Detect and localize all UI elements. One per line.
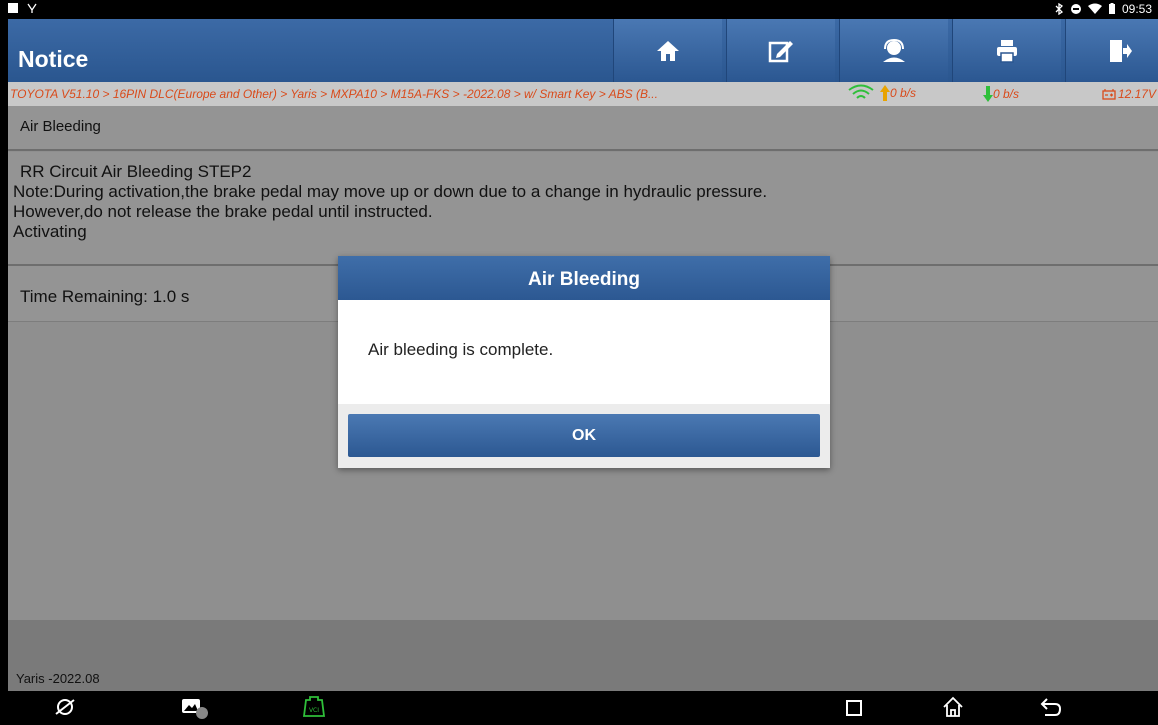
- wifi-signal-icon: [848, 84, 874, 99]
- car-battery-icon: [1102, 88, 1116, 100]
- remote-support-icon: [883, 38, 905, 62]
- system-nav-bar: VCI: [0, 691, 1158, 725]
- voltage-status: 12.17V: [1102, 87, 1156, 101]
- vci-icon[interactable]: VCI: [302, 696, 326, 718]
- time-remaining: Time Remaining: 1.0 s: [20, 287, 190, 306]
- download-arrow-icon: [983, 86, 993, 102]
- network-status: 0 b/s: [848, 84, 916, 102]
- dialog-message: Air bleeding is complete.: [368, 340, 554, 359]
- upload-arrow-icon: [880, 85, 890, 101]
- divider: [8, 149, 1158, 151]
- download-rate: 0 b/s: [993, 87, 1020, 101]
- vehicle-info: Yaris -2022.08: [16, 671, 100, 686]
- exit-button[interactable]: [1065, 19, 1158, 82]
- status-bar: 09:53: [0, 0, 1158, 19]
- ok-button[interactable]: OK: [348, 414, 820, 457]
- edit-report-button[interactable]: [726, 19, 835, 82]
- recents-icon[interactable]: [845, 699, 863, 717]
- section-title: Air Bleeding: [20, 118, 101, 135]
- home-icon: [657, 40, 679, 61]
- svg-text:VCI: VCI: [309, 707, 319, 714]
- battery-icon: [1108, 3, 1115, 14]
- back-icon[interactable]: [1039, 696, 1063, 718]
- voltage-value: 12.17V: [1117, 87, 1156, 101]
- completion-dialog: Air Bleeding Air bleeding is complete. O…: [338, 256, 830, 468]
- section-title-row: Air Bleeding: [8, 106, 1158, 149]
- home-nav-icon[interactable]: [942, 696, 964, 718]
- page-title: Notice: [18, 46, 89, 72]
- status-time: 09:53: [1121, 2, 1152, 16]
- browser-icon[interactable]: [54, 696, 76, 718]
- step-title: RR Circuit Air Bleeding STEP2: [20, 162, 252, 181]
- toolbar: [613, 19, 1158, 82]
- download-status: 0 b/s: [983, 86, 1019, 102]
- gallery-notification-icon: [8, 3, 18, 13]
- breadcrumb-path: TOYOTA V51.10 > 16PIN DLC(Europe and Oth…: [10, 87, 658, 101]
- bluetooth-icon: [1055, 3, 1063, 15]
- wifi-icon: [1087, 3, 1102, 14]
- footer-bar: Yaris -2022.08: [8, 620, 1158, 691]
- print-button[interactable]: [952, 19, 1061, 82]
- home-button[interactable]: [613, 19, 722, 82]
- step-status: Activating: [13, 222, 87, 241]
- header-bar: Notice: [8, 19, 1158, 82]
- breadcrumb: TOYOTA V51.10 > 16PIN DLC(Europe and Oth…: [8, 82, 1158, 106]
- do-not-disturb-icon: [1070, 4, 1081, 14]
- screenshot-gallery-icon[interactable]: [181, 696, 209, 720]
- step-note-line: Note:During activation,the brake pedal m…: [13, 182, 768, 201]
- upload-rate: 0 b/s: [890, 86, 917, 100]
- exit-icon: [1110, 39, 1132, 62]
- remote-support-button[interactable]: [839, 19, 948, 82]
- usb-debug-icon: [27, 3, 37, 13]
- dialog-title: Air Bleeding: [338, 256, 830, 300]
- dialog-footer: OK: [338, 404, 830, 468]
- step-note-line: However,do not release the brake pedal u…: [13, 202, 433, 221]
- instruction-block: RR Circuit Air Bleeding STEP2 Note:Durin…: [8, 152, 1158, 264]
- edit-report-icon: [768, 40, 793, 62]
- print-icon: [997, 39, 1017, 63]
